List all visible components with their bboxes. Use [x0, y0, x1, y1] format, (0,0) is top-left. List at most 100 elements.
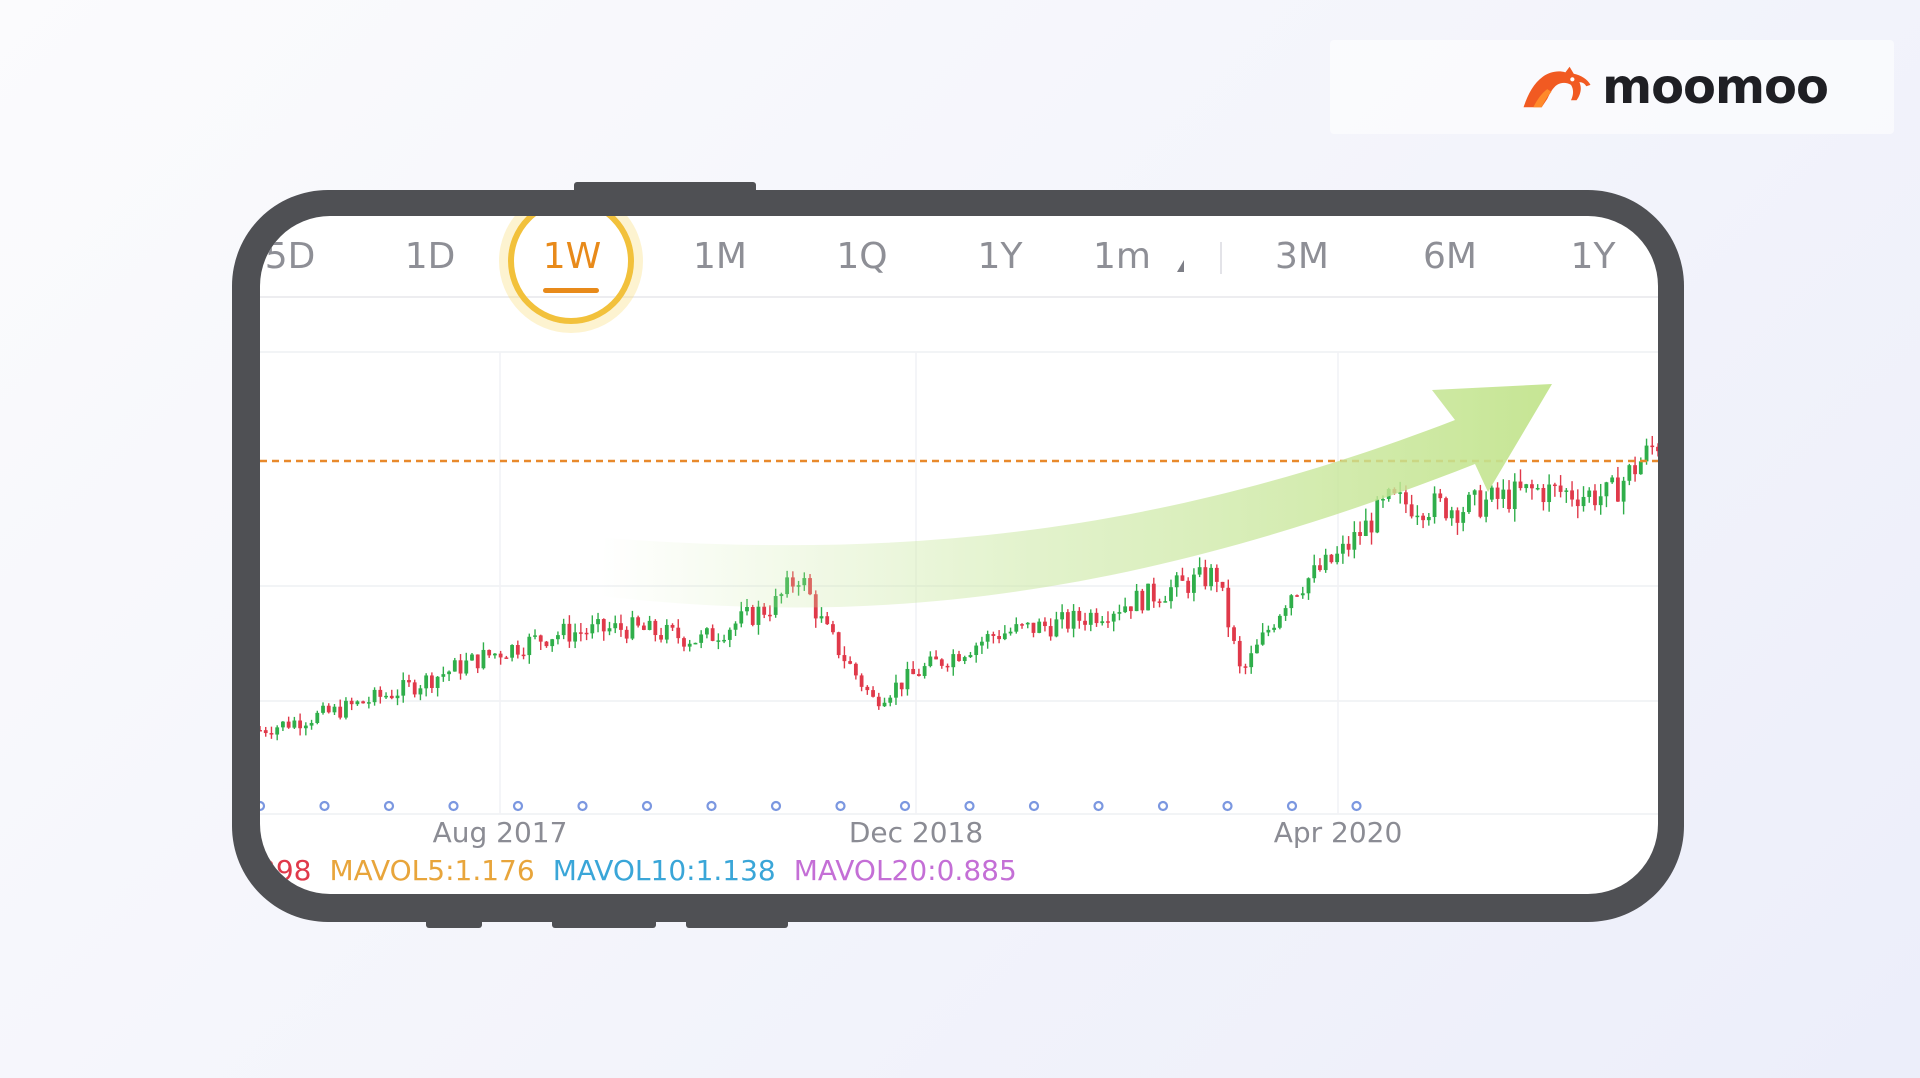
tab-3m[interactable]: 3M [1275, 236, 1329, 277]
candle-body [355, 701, 360, 705]
candle-body [871, 690, 875, 697]
candle-body [1432, 493, 1437, 518]
x-axis-label: Aug 2017 [432, 816, 568, 849]
candle-body [1472, 490, 1477, 495]
candle-body [745, 607, 749, 612]
candle-body [1610, 477, 1615, 483]
candle-body [1065, 612, 1070, 629]
candle-body [298, 720, 303, 729]
tab-1q[interactable]: 1Q [836, 236, 887, 277]
candle-body [1054, 619, 1059, 637]
candle-body [584, 632, 589, 635]
candle-body [991, 634, 996, 636]
candle-body [1134, 590, 1139, 612]
candle-body [1111, 613, 1116, 622]
candle-body [831, 624, 835, 633]
candle-body [1140, 590, 1145, 611]
candle-body [1444, 498, 1448, 519]
candle-body [578, 632, 583, 634]
candle-body [447, 671, 451, 675]
dropdown-caret-icon[interactable] [1177, 260, 1184, 272]
candle-body [470, 654, 474, 661]
tab-1w[interactable]: 1W [543, 236, 602, 277]
candle-body [1352, 532, 1357, 550]
candle-body [1547, 484, 1552, 503]
candle-body [1020, 624, 1024, 626]
candle-body [1151, 583, 1156, 602]
candle-body [1495, 487, 1500, 499]
candle-body [556, 635, 560, 640]
active-tab-underline [543, 288, 599, 293]
x-axis-label: Dec 2018 [848, 816, 984, 849]
candle-body [1060, 612, 1065, 620]
candle-body [1604, 482, 1609, 497]
tab-1y-2[interactable]: 1Y [1571, 236, 1616, 277]
bull-shape [1523, 66, 1591, 108]
tab-5d[interactable]: 5D [265, 236, 316, 277]
tab-1m[interactable]: 1M [693, 236, 747, 277]
candle-body [1260, 632, 1265, 645]
candle-body [1358, 532, 1362, 536]
candle-body [1283, 608, 1288, 616]
candle-body [739, 611, 744, 624]
candle-body [263, 730, 268, 734]
candle-body [1501, 489, 1506, 499]
candle-body [934, 656, 938, 660]
candle-body [269, 733, 274, 735]
candle-body [1638, 461, 1643, 475]
candle-body [1117, 612, 1122, 614]
candle-body [424, 675, 429, 689]
period-marker-dot [448, 800, 459, 812]
candle-body [1478, 490, 1483, 517]
candlestick-chart[interactable] [260, 216, 1658, 894]
legend-mavol20: MAVOL20:0.885 [793, 854, 1017, 887]
candle-body [1203, 567, 1208, 587]
candle-body [401, 680, 406, 696]
candle-body [384, 695, 388, 698]
bull-eye [1570, 77, 1575, 82]
period-marker-dot [1093, 800, 1104, 812]
candle-body [601, 619, 606, 632]
candle-body [533, 635, 537, 637]
period-marker-dot [770, 800, 782, 812]
candle-body [653, 620, 658, 636]
candle-body [1346, 543, 1351, 550]
candle-body [1438, 493, 1443, 499]
candle-body [1088, 612, 1093, 625]
candle-body [825, 616, 830, 625]
candle-body [1249, 653, 1254, 668]
candle-body [260, 730, 262, 732]
candle-body [1552, 484, 1557, 487]
candle-body [487, 649, 492, 656]
tab-1min[interactable]: 1m [1093, 236, 1151, 277]
candle-body [395, 695, 400, 699]
candle-body [1587, 490, 1592, 497]
period-marker-dot [1157, 800, 1169, 812]
candle-body [1300, 593, 1305, 596]
candle-body [899, 682, 904, 690]
candle-body [321, 705, 325, 713]
period-marker-dot [835, 800, 846, 812]
candle-body [1077, 610, 1082, 621]
candle-body [985, 634, 990, 642]
legend-mavol10: MAVOL10:1.138 [552, 854, 776, 887]
period-marker-dot [512, 800, 524, 812]
candle-body [1186, 580, 1191, 593]
tab-6m[interactable]: 6M [1423, 236, 1477, 277]
candle-body [309, 722, 314, 726]
candle-body [1381, 499, 1385, 501]
candle-body [1449, 510, 1454, 519]
candle-body [968, 655, 973, 658]
moomoo-logo: moomoo [1518, 52, 1829, 122]
candle-body [429, 675, 434, 688]
period-marker-dot [1222, 800, 1233, 812]
candle-body [1037, 621, 1042, 633]
candle-body [1243, 666, 1248, 668]
candle-body [762, 606, 767, 615]
candle-body [1123, 606, 1128, 613]
candle-body [1335, 553, 1340, 563]
candle-body [659, 635, 663, 640]
candle-body [366, 702, 371, 704]
tab-1d[interactable]: 1D [405, 236, 456, 277]
tab-1y[interactable]: 1Y [978, 236, 1023, 277]
